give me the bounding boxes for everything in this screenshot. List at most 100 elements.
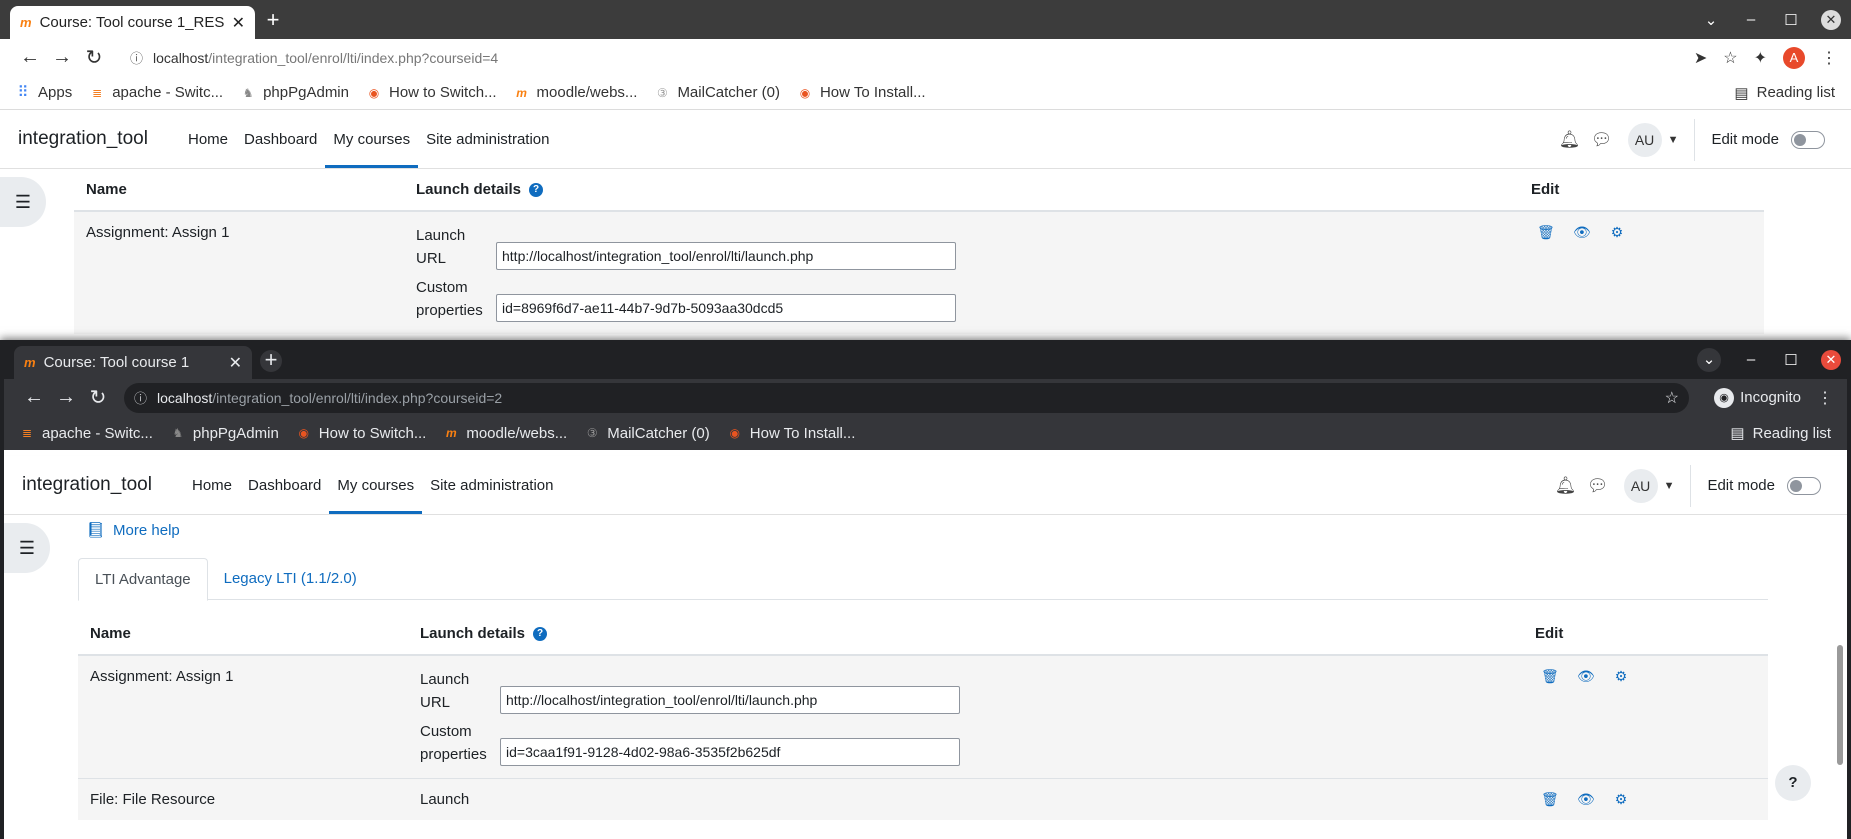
bookmark-item[interactable]: ♞ phpPgAdmin <box>171 425 279 442</box>
forward-button[interactable]: → <box>50 386 82 409</box>
forward-button[interactable]: → <box>46 46 78 69</box>
address-bar[interactable]: ⓘ localhost/integration_tool/enrol/lti/i… <box>120 43 1680 73</box>
bookmark-item[interactable]: ◉ How To Install... <box>798 84 926 101</box>
gear-icon[interactable]: ⚙ <box>1613 791 1629 808</box>
browser-tab[interactable]: m Course: Tool course 1 ✕ <box>14 346 252 379</box>
bookmark-star-icon[interactable]: ☆ <box>1723 48 1737 68</box>
tab-lti-advantage[interactable]: LTI Advantage <box>78 558 208 601</box>
edit-mode-toggle[interactable] <box>1787 476 1821 495</box>
bookmark-item[interactable]: ◉ How to Switch... <box>297 425 427 442</box>
moodle-navbar: integration_tool Home Dashboard My cours… <box>0 110 1851 169</box>
course-index-button[interactable]: ☰ <box>4 523 50 573</box>
edit-mode-toggle[interactable] <box>1791 130 1825 149</box>
nav-my-courses[interactable]: My courses <box>329 456 422 514</box>
help-icon[interactable]: ? <box>533 627 548 642</box>
scrollbar[interactable] <box>1837 645 1843 765</box>
bookmark-star-icon[interactable]: ☆ <box>1665 388 1679 408</box>
user-avatar[interactable]: AU <box>1627 122 1662 157</box>
tab-search-icon[interactable]: ⌄ <box>1691 11 1731 29</box>
eye-icon[interactable]: 👁︎ <box>1577 791 1595 808</box>
launch-url-field[interactable] <box>496 242 956 270</box>
reload-button[interactable]: ↻ <box>82 385 114 410</box>
user-avatar[interactable]: AU <box>1623 468 1658 503</box>
bookmark-label: moodle/webs... <box>536 84 638 101</box>
new-tab-button[interactable]: + <box>262 9 284 32</box>
address-bar[interactable]: ⓘ localhost/integration_tool/enrol/lti/i… <box>124 382 1689 413</box>
browser-tab[interactable]: m Course: Tool course 1_RES ✕ <box>10 6 255 39</box>
back-button[interactable]: ← <box>18 386 50 409</box>
custom-properties-field[interactable] <box>500 738 960 766</box>
bookmark-item[interactable]: ◉ How To Install... <box>728 425 856 442</box>
close-window-button[interactable]: ✕ <box>1821 349 1841 370</box>
bookmark-item[interactable]: ≣ apache - Switc... <box>90 84 223 101</box>
incognito-indicator[interactable]: ◉ Incognito <box>1714 387 1801 408</box>
new-tab-button[interactable]: + <box>260 349 282 372</box>
col-name-header: Name <box>74 169 404 212</box>
chevron-down-icon[interactable]: ▼ <box>1668 134 1679 146</box>
message-icon[interactable]: 💬︎ <box>1582 476 1614 496</box>
back-button[interactable]: ← <box>14 46 46 69</box>
bookmark-label: apache - Switc... <box>112 84 224 101</box>
close-tab-icon[interactable]: ✕ <box>232 13 245 33</box>
close-window-button[interactable]: ✕ <box>1821 9 1841 30</box>
bookmark-apps[interactable]: ⠿ Apps <box>16 84 73 101</box>
gear-icon[interactable]: ⚙ <box>1609 224 1625 241</box>
page-content: ☰ Name Launch details? Edit Assignment: … <box>0 169 1851 339</box>
delete-icon[interactable]: 🗑︎ <box>1537 224 1555 241</box>
reading-list-label: Reading list <box>1752 424 1831 442</box>
menu-icon[interactable]: ⋮ <box>1817 388 1833 408</box>
bell-icon[interactable]: 🔔︎ <box>1550 476 1582 496</box>
eye-icon[interactable]: 👁︎ <box>1577 668 1595 685</box>
site-brand[interactable]: integration_tool <box>0 110 180 168</box>
help-icon[interactable]: ? <box>529 183 544 198</box>
bookmark-item[interactable]: ♞ phpPgAdmin <box>241 84 349 101</box>
delete-icon[interactable]: 🗑︎ <box>1541 791 1559 808</box>
nav-my-courses[interactable]: My courses <box>325 110 418 168</box>
nav-home[interactable]: Home <box>184 456 240 514</box>
info-icon[interactable]: ⓘ <box>130 48 143 67</box>
nav-site-administration[interactable]: Site administration <box>418 110 557 168</box>
reading-list-button[interactable]: ▤ Reading list <box>1734 84 1835 102</box>
reload-button[interactable]: ↻ <box>78 45 110 70</box>
minimize-button[interactable]: – <box>1731 351 1771 368</box>
window-controls: ⌄ – ☐ ✕ <box>1691 0 1841 39</box>
send-icon[interactable]: ➤ <box>1694 48 1707 68</box>
minimize-button[interactable]: – <box>1731 11 1771 28</box>
more-help-link[interactable]: 📘︎ More help <box>86 521 180 540</box>
maximize-button[interactable]: ☐ <box>1771 351 1811 369</box>
bookmark-item[interactable]: ③ MailCatcher (0) <box>585 425 710 442</box>
launch-url-field[interactable] <box>500 686 960 714</box>
bookmark-item[interactable]: ◉ How to Switch... <box>367 84 497 101</box>
profile-avatar[interactable]: A <box>1783 46 1805 69</box>
nav-dashboard[interactable]: Dashboard <box>240 456 329 514</box>
close-tab-icon[interactable]: ✕ <box>229 353 242 373</box>
incognito-label: Incognito <box>1740 389 1801 406</box>
site-brand[interactable]: integration_tool <box>4 456 184 514</box>
bookmark-item[interactable]: m moodle/webs... <box>444 425 567 442</box>
course-index-button[interactable]: ☰ <box>0 177 46 227</box>
info-icon[interactable]: ⓘ <box>134 388 147 407</box>
eye-icon[interactable]: 👁︎ <box>1573 224 1591 241</box>
bell-icon[interactable]: 🔔︎ <box>1554 130 1586 150</box>
reading-list-button[interactable]: ▤ Reading list <box>1730 424 1831 443</box>
list-icon: ☰ <box>18 537 36 558</box>
maximize-button[interactable]: ☐ <box>1771 11 1811 29</box>
tab-search-icon[interactable]: ⌄ <box>1697 347 1721 372</box>
bookmark-item[interactable]: ≣ apache - Switc... <box>20 425 153 442</box>
extensions-icon[interactable]: ✦ <box>1754 48 1767 68</box>
nav-site-administration[interactable]: Site administration <box>422 456 561 514</box>
bookmark-label: MailCatcher (0) <box>677 84 780 101</box>
help-fab-button[interactable]: ? <box>1775 765 1811 801</box>
nav-home[interactable]: Home <box>180 110 236 168</box>
gear-icon[interactable]: ⚙ <box>1613 668 1629 685</box>
delete-icon[interactable]: 🗑︎ <box>1541 668 1559 685</box>
message-icon[interactable]: 💬︎ <box>1586 130 1618 150</box>
tab-legacy-lti[interactable]: Legacy LTI (1.1/2.0) <box>208 558 373 600</box>
col-edit-header: Edit <box>1519 169 1764 212</box>
chevron-down-icon[interactable]: ▼ <box>1664 480 1675 492</box>
menu-icon[interactable]: ⋮ <box>1821 48 1837 68</box>
bookmark-item[interactable]: m moodle/webs... <box>515 84 638 101</box>
nav-dashboard[interactable]: Dashboard <box>236 110 325 168</box>
bookmark-item[interactable]: ③ MailCatcher (0) <box>655 84 780 101</box>
custom-properties-field[interactable] <box>496 294 956 322</box>
